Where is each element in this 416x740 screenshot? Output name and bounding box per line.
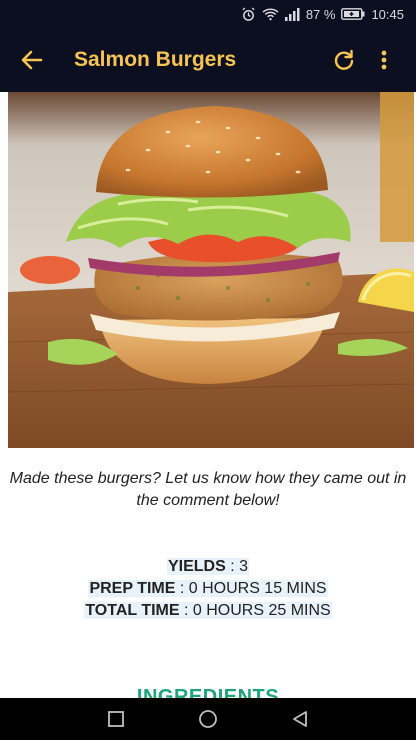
- yields-value: 3: [239, 558, 249, 575]
- back-triangle-icon[interactable]: [280, 699, 320, 739]
- clock: 10:45: [371, 6, 404, 22]
- yields-row: YIELDS : 3: [166, 558, 250, 575]
- battery-percent: 87 %: [305, 6, 336, 22]
- total-time-value: 0 HOURS 25 MINS: [192, 602, 331, 619]
- total-time-label: TOTAL TIME: [85, 602, 180, 619]
- page-title: Salmon Burgers: [74, 48, 237, 71]
- total-time-row: TOTAL TIME : 0 HOURS 25 MINS: [84, 602, 332, 619]
- recipe-meta: YIELDS : 3 PREP TIME : 0 HOURS 15 MINS T…: [0, 556, 416, 622]
- wifi-icon: [262, 7, 279, 21]
- system-nav-bar: [0, 698, 416, 740]
- battery-icon: [341, 8, 365, 20]
- comment-prompt: Made these burgers? Let us know how they…: [9, 470, 407, 509]
- recents-square-icon[interactable]: [96, 699, 136, 739]
- alarm-icon: [241, 6, 256, 22]
- prep-time-value: 0 HOURS 15 MINS: [188, 580, 327, 597]
- status-bar: 87 % 10:45: [0, 0, 416, 28]
- home-circle-icon[interactable]: [188, 699, 228, 739]
- prep-time-row: PREP TIME : 0 HOURS 15 MINS: [88, 580, 328, 597]
- more-vert-icon[interactable]: [364, 40, 404, 80]
- back-arrow-icon[interactable]: [12, 40, 52, 80]
- refresh-icon[interactable]: [324, 40, 364, 80]
- app-bar: Salmon Burgers: [0, 28, 416, 92]
- yields-label: YIELDS: [167, 558, 226, 575]
- prep-time-label: PREP TIME: [89, 580, 176, 597]
- signal-icon: [284, 7, 300, 21]
- hero-image: [8, 92, 414, 448]
